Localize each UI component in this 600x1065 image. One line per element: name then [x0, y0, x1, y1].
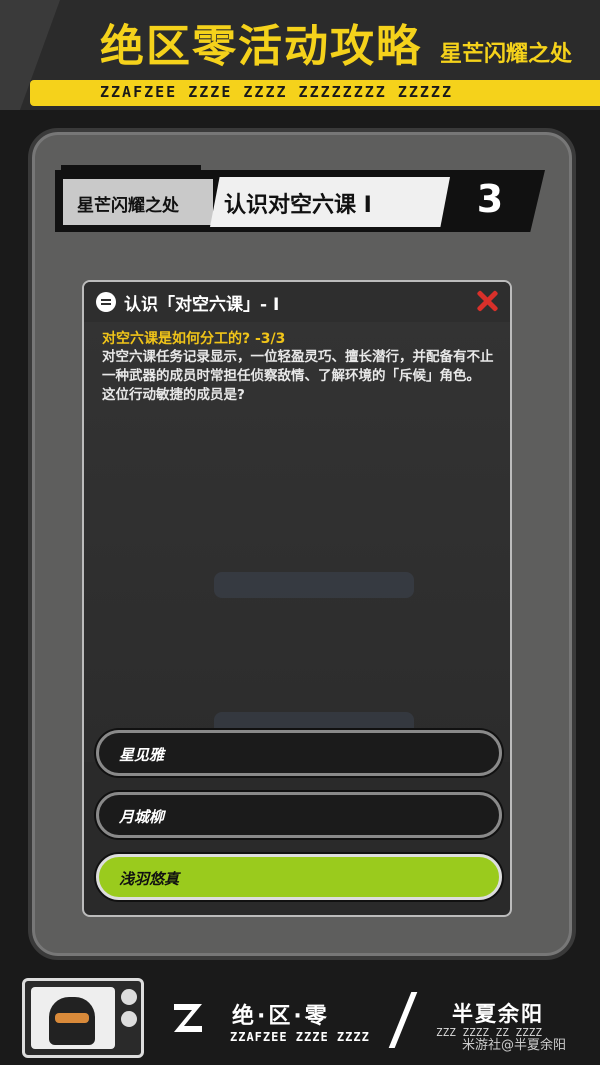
bangboo-mascot-icon — [49, 997, 95, 1045]
watermark: 米游社@半夏余阳 — [462, 1038, 567, 1053]
quest-location-label: 星芒闪耀之处 — [77, 196, 179, 216]
footer-game-name: 绝·区·零 — [232, 1004, 330, 1029]
answer-option-selected[interactable]: 浅羽悠真 — [96, 854, 502, 900]
chat-icon — [96, 292, 116, 312]
decorative-glyph-text: ZZAFZEE ZZZE ZZZZ ZZZZZZZZ ZZZZZ — [100, 83, 453, 101]
tv-knob-icon — [121, 989, 137, 1005]
question-heading: 对空六课是如何分工的? -3/3 — [102, 331, 286, 347]
tv-mascot-frame — [22, 978, 144, 1058]
quest-number: 3 — [476, 177, 504, 221]
zzz-logo-icon — [174, 1004, 202, 1032]
tv-screen — [31, 987, 115, 1049]
footer-game-glyph: ZZAFZEE ZZZE ZZZZ — [230, 1030, 370, 1044]
quest-name-label: 认识对空六课 I — [224, 193, 372, 218]
page-subtitle: 星芒闪耀之处 — [440, 42, 573, 67]
quiz-dialog: 认识「对空六课」- I 对空六课是如何分工的? -3/3 对空六课任务记录显示，… — [82, 280, 512, 917]
close-icon[interactable] — [474, 288, 500, 314]
dialog-title-row: 认识「对空六课」- I — [84, 282, 510, 322]
answer-option-label: 浅羽悠真 — [119, 870, 180, 888]
answer-option-label: 月城柳 — [119, 808, 165, 826]
tv-knob-icon — [121, 1011, 137, 1027]
quest-header-band: 星芒闪耀之处 认识对空六课 I 3 — [55, 165, 545, 235]
ghost-line — [214, 572, 414, 598]
answer-option-label: 星见雅 — [119, 746, 165, 764]
quest-location-box: 星芒闪耀之处 — [63, 179, 213, 225]
page-title: 绝区零活动攻略 — [100, 21, 422, 72]
quest-name-box: 认识对空六课 I — [210, 177, 450, 227]
answer-option[interactable]: 月城柳 — [96, 792, 502, 838]
decorative-glyph-bar: ZZAFZEE ZZZE ZZZZ ZZZZZZZZ ZZZZZ — [30, 80, 600, 106]
footer-author: 半夏余阳 — [452, 1002, 544, 1026]
question-body: 对空六课任务记录显示，一位轻盈灵巧、擅长潜行，并配备有不止一种武器的成员时常担任… — [102, 349, 494, 403]
answer-option[interactable]: 星见雅 — [96, 730, 502, 776]
dialog-title: 认识「对空六课」- I — [124, 295, 280, 315]
